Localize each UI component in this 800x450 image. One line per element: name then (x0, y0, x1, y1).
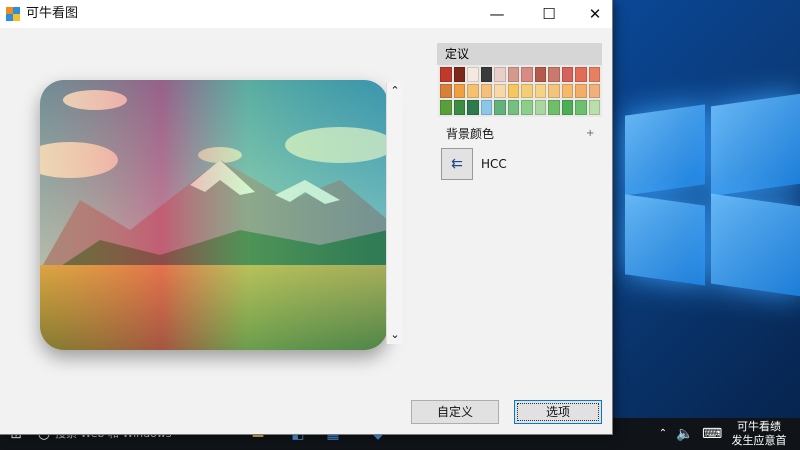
color-swatch[interactable] (440, 67, 452, 82)
color-swatch[interactable] (507, 67, 519, 82)
color-swatch[interactable] (467, 100, 479, 115)
color-swatch[interactable] (494, 67, 506, 82)
color-picker-button[interactable]: ⇇ (441, 148, 473, 180)
color-swatch[interactable] (521, 67, 533, 82)
panel-header: 定议 (437, 43, 602, 65)
color-swatch[interactable] (588, 100, 600, 115)
hex-label: HCC (481, 157, 507, 171)
keyboard-icon[interactable]: ⌨ (702, 426, 722, 442)
title-bar[interactable]: 可牛看图 — ☐ ✕ (0, 0, 612, 28)
taskbar-clock[interactable]: 可牛看绩 发生应意首 (722, 420, 796, 448)
color-palette (438, 65, 602, 117)
color-swatch[interactable] (534, 83, 546, 99)
color-swatch[interactable] (548, 83, 560, 99)
color-swatch[interactable] (467, 67, 479, 82)
color-swatch[interactable] (480, 67, 492, 82)
color-swatch[interactable] (480, 100, 492, 115)
preview-scrollbar[interactable]: ⌃ ⌄ (386, 82, 403, 344)
scroll-up-icon[interactable]: ⌃ (387, 84, 403, 98)
customize-button[interactable]: 自定义 (411, 400, 499, 424)
color-swatch[interactable] (575, 100, 587, 115)
color-swatch[interactable] (534, 100, 546, 115)
options-button[interactable]: 选项 (514, 400, 602, 424)
maximize-button[interactable]: ☐ (526, 0, 572, 28)
app-logo-icon (6, 7, 20, 21)
color-swatch[interactable] (561, 100, 573, 115)
color-swatch[interactable] (548, 67, 560, 82)
color-swatch[interactable] (440, 100, 452, 115)
chevron-up-icon[interactable]: ⌃ (655, 426, 671, 442)
color-picker-icon: ⇇ (451, 156, 463, 172)
color-swatch[interactable] (494, 100, 506, 115)
color-swatch[interactable] (588, 83, 600, 99)
scroll-down-icon[interactable]: ⌄ (387, 328, 403, 342)
clock-line-2: 发生应意首 (731, 434, 787, 447)
color-swatch[interactable] (561, 83, 573, 99)
color-swatch[interactable] (521, 100, 533, 115)
color-swatch[interactable] (453, 67, 465, 82)
color-swatch[interactable] (575, 67, 587, 82)
color-swatch[interactable] (453, 100, 465, 115)
clock-line-1: 可牛看绩 (737, 420, 781, 433)
color-swatch[interactable] (521, 83, 533, 99)
color-swatch[interactable] (440, 83, 452, 99)
color-swatch[interactable] (575, 83, 587, 99)
volume-icon[interactable]: 🔈 (676, 426, 693, 442)
image-preview[interactable] (40, 80, 388, 350)
color-swatch[interactable] (548, 100, 560, 115)
color-swatch[interactable] (494, 83, 506, 99)
add-icon[interactable]: + (586, 125, 594, 143)
window-title: 可牛看图 (26, 6, 79, 21)
landscape-image (40, 80, 388, 350)
color-swatch[interactable] (561, 67, 573, 82)
color-swatch[interactable] (534, 67, 546, 82)
color-swatch[interactable] (507, 100, 519, 115)
windows-logo (615, 70, 800, 370)
color-swatch[interactable] (453, 83, 465, 99)
panel-header-label: 定议 (445, 47, 470, 61)
app-window: 可牛看图 — ☐ ✕ ⌃ ⌄ 定议 背景颜色 + ⇇ HCC 自定义 选项 (0, 0, 613, 435)
color-swatch[interactable] (467, 83, 479, 99)
color-swatch[interactable] (588, 67, 600, 82)
color-swatch[interactable] (507, 83, 519, 99)
color-swatch[interactable] (480, 83, 492, 99)
minimize-button[interactable]: — (474, 0, 520, 28)
close-button[interactable]: ✕ (572, 0, 618, 28)
background-color-label: 背景颜色 (446, 127, 495, 141)
